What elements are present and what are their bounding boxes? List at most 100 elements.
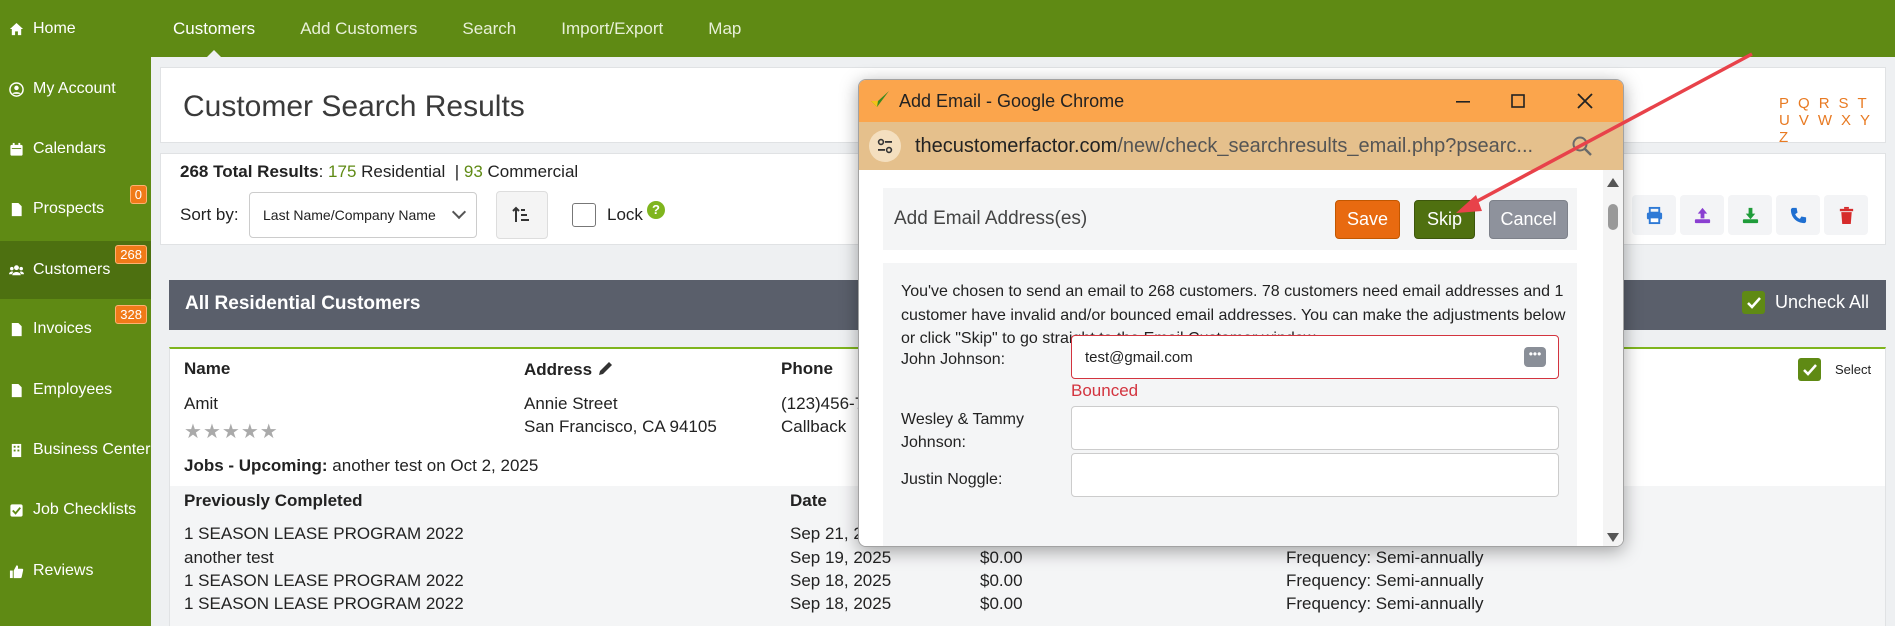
section-title: All Residential Customers	[185, 293, 421, 314]
maximize-button[interactable]	[1503, 86, 1533, 116]
alpha-letter[interactable]: W	[1818, 112, 1832, 129]
upload-button[interactable]	[1680, 195, 1724, 235]
print-icon	[1646, 206, 1662, 224]
trash-icon	[1839, 206, 1853, 224]
save-button[interactable]: Save	[1335, 200, 1400, 239]
call-button[interactable]	[1776, 195, 1820, 235]
sidebar-item-prospects[interactable]: Prospects 0	[0, 180, 151, 238]
pencil-icon[interactable]	[597, 359, 615, 377]
sidebar-item-customers[interactable]: Customers 268	[0, 241, 151, 299]
alpha-letter[interactable]: Q	[1798, 95, 1810, 112]
site-settings-icon[interactable]	[869, 130, 901, 162]
sidebar-item-job-checklists[interactable]: Job Checklists	[0, 481, 151, 539]
add-email-dialog: Add Email - Google Chrome thecustomerfac…	[858, 79, 1624, 547]
scroll-thumb[interactable]	[1608, 204, 1618, 230]
building-icon	[8, 442, 24, 458]
checkbox-checked-icon	[1798, 358, 1821, 381]
prev-job-date: Sep 18, 2025	[790, 594, 892, 613]
alpha-letter[interactable]: P	[1779, 95, 1789, 112]
tab-add-customers[interactable]: Add Customers	[300, 0, 417, 57]
thumbs-up-icon	[8, 563, 24, 579]
sidebar-item-calendars[interactable]: Calendars	[0, 120, 151, 178]
delete-button[interactable]	[1824, 195, 1868, 235]
sidebar-item-label: Employees	[33, 381, 113, 398]
file-icon	[8, 201, 24, 217]
sidebar-item-label: Business Center	[33, 441, 151, 458]
previous-header: Previously Completed	[184, 491, 363, 510]
file-icon	[8, 382, 24, 398]
address-header: Address	[524, 359, 615, 380]
email-field[interactable]: test@gmail.com •••	[1071, 335, 1559, 379]
url-text[interactable]: thecustomerfactor.com/new/check_searchre…	[915, 135, 1550, 158]
url-domain: thecustomerfactor.com	[915, 135, 1118, 157]
alpha-letter[interactable]: T	[1858, 95, 1867, 112]
download-button[interactable]	[1728, 195, 1772, 235]
prev-job-name: 1 SEASON LEASE PROGRAM 2022	[184, 594, 464, 613]
sidebar-item-business-center[interactable]: Business Center	[0, 421, 151, 479]
tab-import-export[interactable]: Import/Export	[561, 0, 663, 57]
tab-customers[interactable]: Customers	[173, 0, 255, 57]
alpha-letter[interactable]: U	[1779, 112, 1790, 129]
minimize-icon	[1456, 101, 1470, 103]
minimize-button[interactable]	[1448, 86, 1478, 116]
search-icon[interactable]	[1571, 135, 1593, 157]
customer-name-link[interactable]: Amit	[184, 394, 218, 414]
scroll-down-icon[interactable]	[1607, 533, 1619, 542]
url-path: /new/check_searchresults_email.php?psear…	[1117, 135, 1534, 157]
name-header: Name	[184, 359, 231, 378]
sidebar-item-invoices[interactable]: Invoices 328	[0, 300, 151, 358]
alpha-letter[interactable]: X	[1841, 112, 1851, 129]
lock-checkbox[interactable]	[572, 203, 596, 227]
sidebar-item-employees[interactable]: Employees	[0, 361, 151, 419]
commercial-count: 93	[463, 162, 483, 181]
close-button[interactable]	[1570, 86, 1600, 116]
sort-ascending-icon	[512, 206, 529, 222]
users-icon	[8, 262, 24, 278]
select-checkbox[interactable]: Select	[1798, 358, 1871, 381]
cancel-button[interactable]: Cancel	[1489, 200, 1568, 239]
checkbox-checked-icon	[1742, 291, 1765, 314]
phone-header: Phone	[781, 359, 833, 378]
help-icon[interactable]: ?	[647, 201, 665, 219]
password-manager-icon[interactable]: •••	[1524, 347, 1546, 367]
dialog-heading: Add Email Address(es)	[894, 208, 1088, 229]
total-label: Total Results	[213, 162, 319, 181]
sidebar-item-my-account[interactable]: My Account	[0, 60, 151, 118]
prev-job-name: 1 SEASON LEASE PROGRAM 2022	[184, 524, 464, 543]
home-icon	[8, 21, 24, 37]
star-icon: ★	[240, 421, 259, 443]
tab-map[interactable]: Map	[708, 0, 741, 57]
email-field[interactable]	[1071, 453, 1559, 497]
phone-number[interactable]: (123)456-7	[781, 394, 864, 414]
alpha-letter[interactable]: R	[1819, 95, 1830, 112]
callback-link[interactable]: Callback	[781, 417, 846, 437]
dialog-titlebar[interactable]: Add Email - Google Chrome	[859, 80, 1623, 122]
sort-label: Sort by:	[180, 205, 239, 224]
dialog-scrollbar[interactable]	[1603, 170, 1623, 546]
prev-job-date: Sep 18, 2025	[790, 571, 892, 590]
sidebar-item-home[interactable]: Home	[0, 0, 151, 58]
alpha-letter[interactable]: V	[1799, 112, 1809, 129]
tab-search[interactable]: Search	[462, 0, 516, 57]
star-rating[interactable]: ★ ★ ★ ★ ★	[184, 419, 279, 444]
prev-job-name: 1 SEASON LEASE PROGRAM 2022	[184, 571, 464, 590]
address-bar: thecustomerfactor.com/new/check_searchre…	[859, 122, 1623, 170]
upload-icon	[1694, 207, 1710, 223]
results-summary: 268 Total Results: 175 Residential | 93 …	[180, 162, 579, 181]
email-field[interactable]	[1071, 406, 1559, 450]
print-button[interactable]	[1632, 195, 1676, 235]
download-icon	[1742, 207, 1758, 223]
sort-select-value: Last Name/Company Name	[263, 207, 436, 223]
alpha-letter[interactable]: Y	[1860, 112, 1870, 129]
prev-job-date: Sep 19, 2025	[790, 548, 892, 567]
email-form-panel: You've chosen to send an email to 268 cu…	[883, 263, 1577, 546]
sort-select[interactable]: Last Name/Company Name	[249, 192, 477, 238]
alpha-letter[interactable]: Z	[1779, 129, 1788, 146]
page-title: Customer Search Results	[183, 90, 525, 123]
sidebar-item-reviews[interactable]: Reviews	[0, 542, 151, 600]
skip-button[interactable]: Skip	[1414, 200, 1475, 239]
scroll-up-icon[interactable]	[1607, 178, 1619, 187]
alpha-letter[interactable]: S	[1839, 95, 1849, 112]
sort-direction-button[interactable]	[496, 191, 548, 239]
uncheck-all-button[interactable]: Uncheck All	[1742, 291, 1869, 314]
